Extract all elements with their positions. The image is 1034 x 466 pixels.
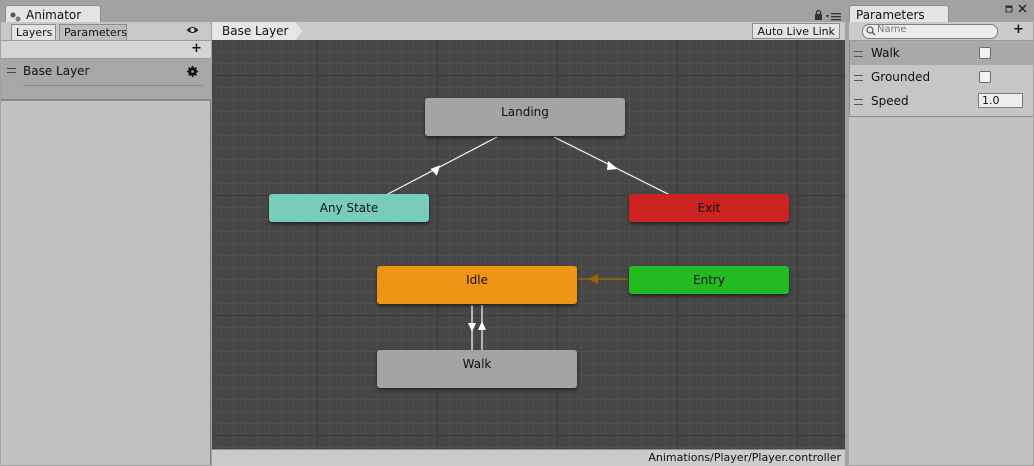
- parameter-row-speed[interactable]: Speed 1.0: [850, 89, 1034, 113]
- drag-handle-icon[interactable]: [7, 68, 16, 73]
- parameter-search-input[interactable]: Name: [862, 24, 998, 39]
- state-entry[interactable]: Entry: [629, 266, 789, 294]
- graph-toolbar: Base Layer Auto Live Link: [212, 22, 845, 41]
- state-any-state-label: Any State: [319, 201, 379, 215]
- layers-panel-tabs: Layers Parameters: [1, 22, 211, 41]
- layer-weight-slider[interactable]: [23, 85, 203, 86]
- layer-item-base-layer[interactable]: Base Layer: [1, 59, 211, 101]
- layers-panel: Layers Parameters + Base Layer: [1, 22, 211, 465]
- parameter-list: Walk Grounded Speed 1.0: [849, 41, 1034, 117]
- state-any-state[interactable]: Any State: [269, 194, 429, 222]
- tab-layers[interactable]: Layers: [11, 24, 56, 40]
- transition-arrow-icon: [588, 274, 598, 284]
- state-entry-label: Entry: [693, 273, 725, 287]
- search-placeholder: Name: [877, 24, 907, 35]
- close-icon[interactable]: [1018, 3, 1027, 16]
- grounded-checkbox[interactable]: [979, 71, 991, 83]
- breadcrumb[interactable]: Base Layer: [212, 22, 303, 40]
- drag-handle-icon[interactable]: [854, 75, 863, 81]
- parameter-name: Walk: [871, 46, 900, 60]
- parameters-window-tab[interactable]: Parameters: [849, 5, 949, 23]
- parameter-row-grounded[interactable]: Grounded: [850, 65, 1034, 89]
- parameter-row-walk[interactable]: Walk: [850, 41, 1034, 65]
- state-walk[interactable]: Walk: [377, 350, 577, 388]
- transition-anystate-landing[interactable]: [385, 136, 498, 196]
- state-machine-graph[interactable]: Landing Any State Exit Idle Entry Walk: [212, 40, 845, 449]
- layers-toolbar: +: [1, 41, 211, 59]
- search-icon: [866, 26, 876, 39]
- state-idle-label: Idle: [466, 273, 488, 287]
- animator-window-tab[interactable]: Animator: [5, 5, 101, 23]
- tab-parameters[interactable]: Parameters: [59, 24, 127, 40]
- graph-status-bar: Animations/Player/Player.controller: [212, 449, 845, 466]
- parameters-tab-label: Parameters: [856, 8, 925, 22]
- layer-name: Base Layer: [23, 64, 90, 78]
- transition-arrow-icon: [468, 323, 476, 332]
- add-parameter-icon[interactable]: +: [1013, 22, 1024, 37]
- controller-path: Animations/Player/Player.controller: [648, 451, 841, 464]
- transition-arrow-icon: [478, 321, 486, 330]
- state-idle[interactable]: Idle: [377, 266, 577, 304]
- speed-value-field[interactable]: 1.0: [978, 93, 1023, 108]
- parameters-panel: Name + Walk Grounded Speed 1.0: [849, 22, 1034, 465]
- eye-icon[interactable]: [186, 25, 199, 38]
- drag-handle-icon[interactable]: [854, 51, 863, 57]
- add-layer-icon[interactable]: +: [191, 41, 202, 56]
- parameter-name: Speed: [871, 94, 909, 108]
- state-exit[interactable]: Exit: [629, 194, 789, 222]
- state-landing[interactable]: Landing: [425, 98, 625, 136]
- parameter-name: Grounded: [871, 70, 931, 84]
- transition-arrow-icon: [607, 161, 618, 170]
- maximize-icon[interactable]: [1005, 3, 1013, 16]
- gear-icon[interactable]: [187, 66, 198, 80]
- parameters-toolbar: Name +: [849, 22, 1033, 41]
- state-walk-label: Walk: [462, 357, 492, 371]
- drag-handle-icon[interactable]: [854, 99, 863, 105]
- auto-live-link-button[interactable]: Auto Live Link: [752, 23, 840, 39]
- state-landing-label: Landing: [501, 105, 549, 119]
- walk-checkbox[interactable]: [979, 47, 991, 59]
- state-exit-label: Exit: [697, 201, 721, 215]
